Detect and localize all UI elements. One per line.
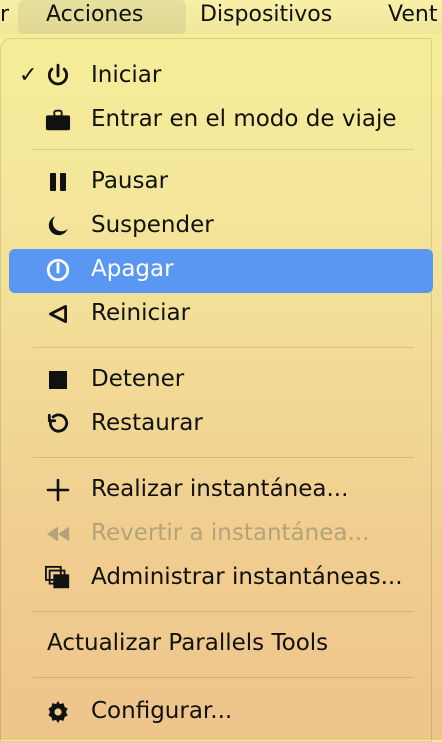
menu-item-actualizar-parallels-tools-label: Actualizar Parallels Tools bbox=[47, 630, 329, 656]
restart-icon bbox=[45, 301, 71, 327]
menu-item-restaurar[interactable]: Restaurar bbox=[9, 403, 433, 447]
menu-item-administrar-instantaneas-label: Administrar instantáneas... bbox=[91, 564, 403, 590]
menu-item-pausar-label: Pausar bbox=[91, 168, 169, 194]
gear-icon bbox=[45, 699, 71, 725]
menu-item-revertir-instantanea: Revertir a instantánea... bbox=[9, 513, 433, 557]
moon-icon bbox=[45, 213, 71, 239]
pause-icon bbox=[45, 169, 71, 195]
menu-item-modo-viaje[interactable]: Entrar en el modo de viaje bbox=[9, 99, 433, 143]
menu-item-iniciar[interactable]: ✓ Iniciar bbox=[9, 55, 433, 99]
menu-item-realizar-instantanea[interactable]: Realizar instantánea... bbox=[9, 469, 433, 513]
menu-item-detener-label: Detener bbox=[91, 366, 185, 392]
menu-item-apagar[interactable]: Apagar bbox=[9, 249, 433, 293]
checkmark-icon: ✓ bbox=[19, 63, 38, 88]
actions-menu: ✓ Iniciar Entrar en el modo de viaje Pau… bbox=[0, 38, 433, 742]
menubar-item-dispositivos[interactable]: Dispositivos bbox=[200, 0, 360, 34]
menubar-acciones-label: Acciones bbox=[46, 2, 144, 27]
menubar-item-partial-right[interactable]: Vent bbox=[388, 0, 442, 34]
menu-separator bbox=[33, 457, 414, 458]
menubar-partial-right-label: Vent bbox=[388, 2, 438, 27]
menu-item-detener[interactable]: Detener bbox=[9, 359, 433, 403]
menubar-dispositivos-label: Dispositivos bbox=[200, 2, 333, 27]
menu-separator bbox=[33, 611, 414, 612]
menu-item-iniciar-label: Iniciar bbox=[91, 62, 162, 88]
shutdown-icon bbox=[45, 257, 71, 283]
menubar-item-acciones[interactable]: Acciones bbox=[18, 0, 186, 34]
plus-icon bbox=[45, 477, 71, 503]
snapshots-icon bbox=[45, 565, 71, 591]
menu-item-restaurar-label: Restaurar bbox=[91, 410, 203, 436]
menu-item-administrar-instantaneas[interactable]: Administrar instantáneas... bbox=[9, 557, 433, 601]
menu-item-apagar-label: Apagar bbox=[91, 256, 174, 282]
menubar-partial-left-label: r bbox=[0, 2, 10, 27]
menu-item-configurar-label: Configurar... bbox=[91, 698, 233, 724]
menu-item-reiniciar[interactable]: Reiniciar bbox=[9, 293, 433, 337]
menu-item-suspender[interactable]: Suspender bbox=[9, 205, 433, 249]
power-icon bbox=[45, 63, 71, 89]
menu-item-reiniciar-label: Reiniciar bbox=[91, 300, 191, 326]
menu-separator bbox=[33, 347, 414, 348]
restore-icon bbox=[45, 411, 71, 437]
menu-separator bbox=[33, 149, 414, 150]
stop-icon bbox=[45, 367, 71, 393]
menubar: r Acciones Dispositivos Vent bbox=[0, 0, 442, 34]
menu-item-suspender-label: Suspender bbox=[91, 212, 214, 238]
menu-item-actualizar-parallels-tools[interactable]: Actualizar Parallels Tools bbox=[9, 623, 433, 667]
menu-item-configurar[interactable]: Configurar... bbox=[9, 691, 433, 735]
menu-item-pausar[interactable]: Pausar bbox=[9, 161, 433, 205]
menu-item-revertir-instantanea-label: Revertir a instantánea... bbox=[91, 520, 370, 546]
menu-item-realizar-instantanea-label: Realizar instantánea... bbox=[91, 476, 349, 502]
briefcase-icon bbox=[45, 107, 71, 133]
menubar-item-partial-left[interactable]: r bbox=[0, 0, 20, 34]
rewind-icon bbox=[45, 521, 71, 547]
menu-item-modo-viaje-label: Entrar en el modo de viaje bbox=[91, 106, 397, 132]
menu-separator bbox=[33, 677, 414, 678]
